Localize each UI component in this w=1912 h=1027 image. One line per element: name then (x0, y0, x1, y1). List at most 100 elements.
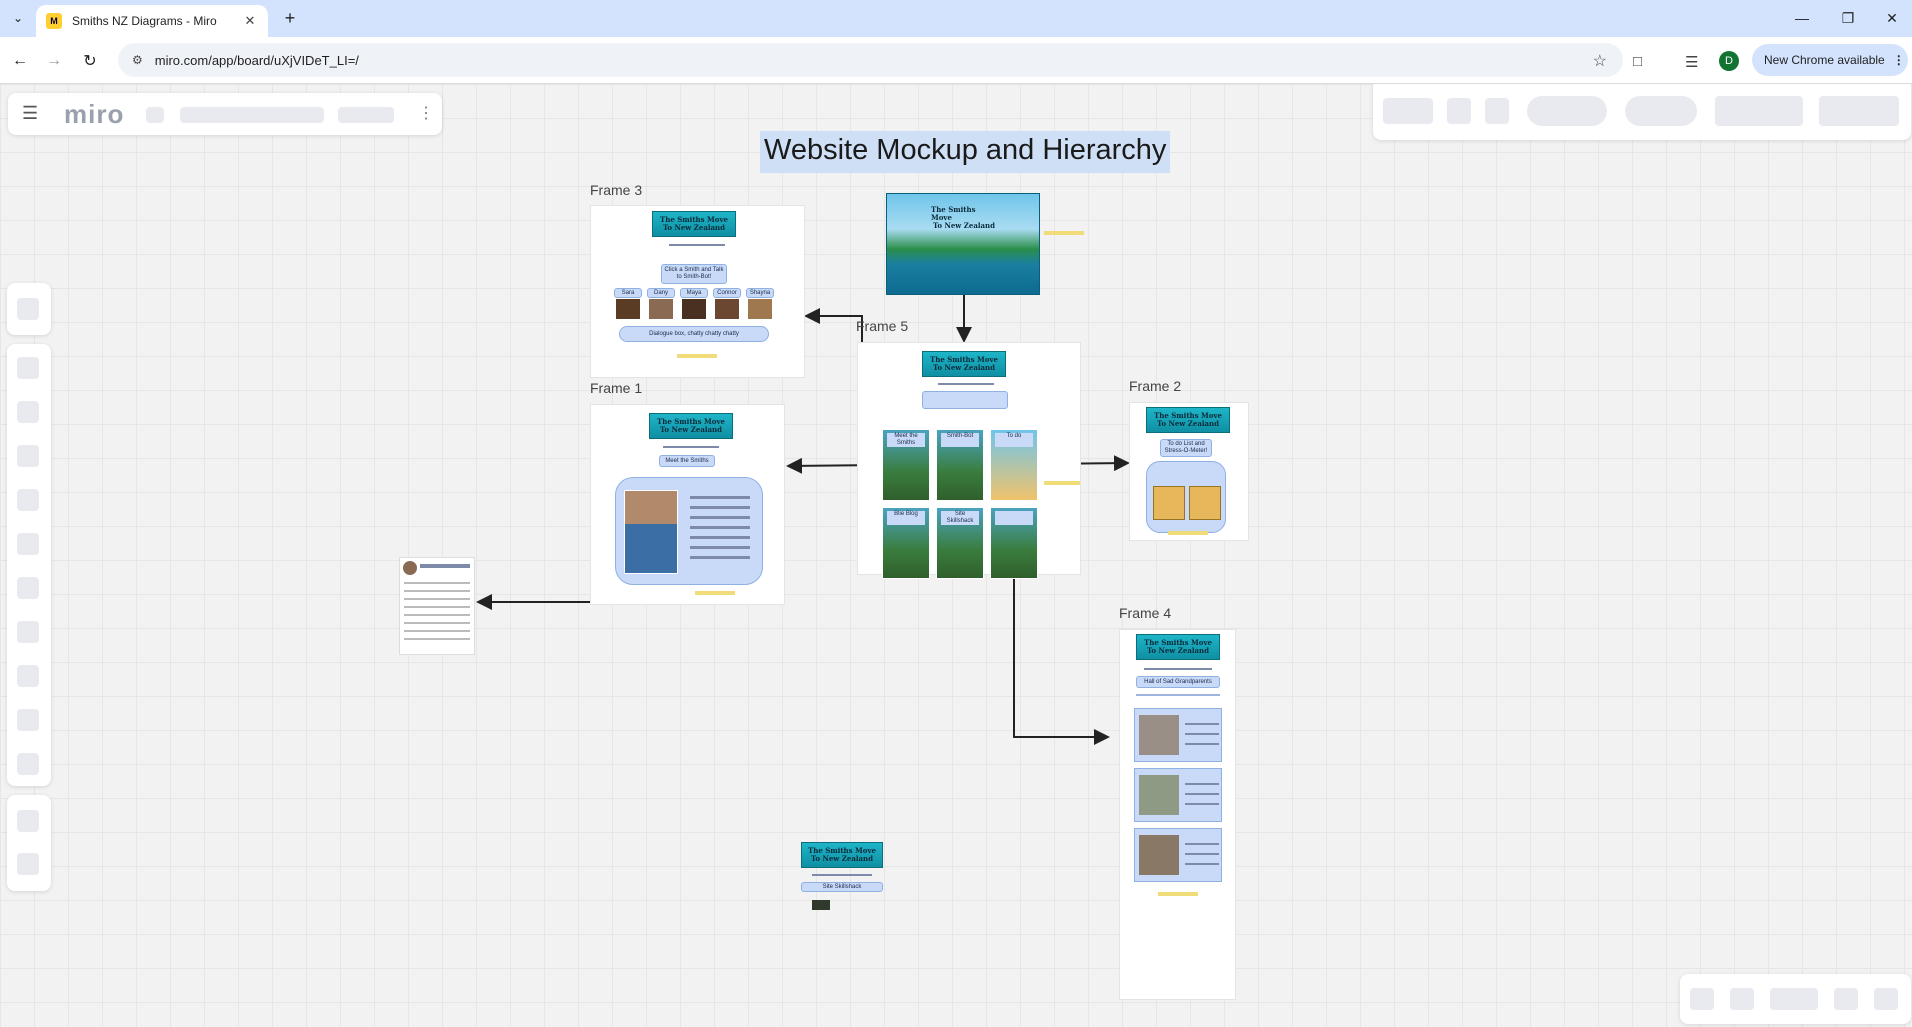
reload-icon[interactable]: ↻ (76, 47, 104, 75)
connector-frame5-to-frame4 (1013, 579, 1110, 745)
skillshack-banner: The Smiths Move To New Zealand (801, 842, 883, 868)
bookmark-star-icon[interactable]: ☆ (1593, 51, 1607, 71)
forward-icon[interactable]: → (40, 47, 68, 75)
tab-search-icon[interactable]: ⌄ (6, 6, 30, 30)
frame3-name-4: Connor (713, 288, 741, 298)
skillshack-thumbnail (812, 900, 830, 910)
new-tab-icon[interactable]: + (278, 6, 302, 30)
frame4-sticky (1158, 892, 1198, 896)
update-label: New Chrome available (1764, 53, 1885, 67)
profile-avatar[interactable]: D (1719, 51, 1739, 71)
frame1[interactable]: The Smiths Move To New Zealand Meet the S… (590, 404, 785, 605)
frame3-name-1: Sara (614, 288, 642, 298)
frame4-text-line (1185, 743, 1219, 745)
address-bar[interactable]: ⚙ miro.com/app/board/uXjVIDeT_LI=/ ☆ (118, 43, 1623, 77)
frame4-grandparent-card-2 (1134, 768, 1222, 822)
frame5-intro-text (922, 391, 1008, 409)
frame1-banner: The Smiths Move To New Zealand (649, 413, 733, 439)
frame5-sticky (1044, 481, 1080, 485)
frame3-dialogue: Dialogue box, chatty chatty chatty (619, 326, 769, 342)
frame2-banner: The Smiths Move To New Zealand (1146, 407, 1230, 433)
frame3-portrait-1 (615, 298, 641, 320)
frame1-label[interactable]: Frame 1 (590, 380, 642, 396)
frame1-text-line (690, 546, 750, 549)
chrome-update-button[interactable]: New Chrome available ⋮ (1752, 44, 1908, 76)
frame3-label[interactable]: Frame 3 (590, 182, 642, 198)
resume-name-line (420, 564, 470, 568)
frame4-text-line (1185, 863, 1219, 865)
frame1-text-line (690, 556, 750, 559)
resume-avatar (403, 561, 417, 575)
home-banner-image[interactable]: The Smiths Move To New Zealand (886, 193, 1040, 295)
frame2-heading: To do List and Stress-O-Meter! (1160, 439, 1212, 457)
resume-text-line (404, 622, 470, 624)
frame3-nav (669, 244, 725, 246)
home-banner-title: The Smiths Move To New Zealand (931, 205, 996, 230)
tab-strip: ⌄ M Smiths NZ Diagrams - Miro ✕ + — ❐ ✕ (0, 0, 1912, 37)
frame3-portrait-3 (681, 298, 707, 320)
media-controls-icon[interactable]: ☰ (1685, 53, 1698, 71)
frame1-heading: Meet the Smiths (659, 455, 715, 467)
frame4-banner: The Smiths Move To New Zealand (1136, 634, 1220, 660)
frame1-text-line (690, 536, 750, 539)
frame2-label[interactable]: Frame 2 (1129, 378, 1181, 394)
frame4-text-line (1185, 733, 1219, 735)
frame4[interactable]: The Smiths Move To New Zealand Hall of Sa… (1119, 629, 1236, 1000)
tab-title: Smiths NZ Diagrams - Miro (72, 14, 217, 28)
frame2-sticky (1168, 531, 1208, 535)
frame4-text-line (1185, 853, 1219, 855)
window-close-icon[interactable]: ✕ (1870, 4, 1912, 32)
miro-canvas[interactable]: ☰ miro ⋮ Website Mockup and Hierarchy Th… (0, 84, 1912, 1027)
frame1-text-line (690, 496, 750, 499)
back-icon[interactable]: ← (6, 47, 34, 75)
frame1-text-line (690, 506, 750, 509)
frame2[interactable]: The Smiths Move To New Zealand To do List… (1129, 402, 1249, 541)
frame5-tile-2: Smith-Bot (936, 429, 984, 501)
frame2-stress-meter (1189, 486, 1221, 520)
loose-skillshack-mockup[interactable]: The Smiths Move To New Zealand Site Skill… (800, 840, 886, 920)
frame4-portrait-1 (1139, 715, 1179, 755)
frame3-portrait-4 (714, 298, 740, 320)
tab-active[interactable]: M Smiths NZ Diagrams - Miro ✕ (36, 5, 268, 37)
frame4-text-line (1185, 723, 1219, 725)
frame4-grandparent-card-1 (1134, 708, 1222, 762)
minimize-icon[interactable]: — (1780, 4, 1824, 32)
restore-icon[interactable]: ❐ (1826, 4, 1870, 32)
home-sticky-note[interactable] (1044, 231, 1084, 235)
frame3-portrait-2 (648, 298, 674, 320)
frame4-portrait-3 (1139, 835, 1179, 875)
frame5-banner: The Smiths Move To New Zealand (922, 351, 1006, 377)
frame2-todo-card (1146, 461, 1226, 533)
frame1-text-line (690, 526, 750, 529)
extensions-icon[interactable]: □ (1633, 53, 1642, 70)
frame1-portrait (624, 490, 678, 574)
frame3-name-2: Dany (647, 288, 675, 298)
resume-text-line (404, 638, 470, 640)
frame4-text-line (1185, 843, 1219, 845)
skillshack-nav (812, 874, 872, 876)
site-info-icon[interactable]: ⚙ (132, 53, 143, 67)
frame3-name-5: Shayna (746, 288, 774, 298)
frame4-intro-line (1136, 694, 1220, 696)
url-text: miro.com/app/board/uXjVIDeT_LI=/ (154, 52, 359, 68)
frame5[interactable]: The Smiths Move To New Zealand Meet the S… (857, 342, 1081, 579)
frame4-label[interactable]: Frame 4 (1119, 605, 1171, 621)
resume-text-line (404, 582, 470, 584)
frame4-text-line (1185, 793, 1219, 795)
frame3[interactable]: The Smiths Move To New Zealand Click a Sm… (590, 205, 805, 378)
tab-close-icon[interactable]: ✕ (242, 13, 258, 29)
resume-text-line (404, 630, 470, 632)
more-menu-icon: ⋮ (1892, 53, 1905, 67)
resume-text-line (404, 606, 470, 608)
frame5-label[interactable]: Frame 5 (856, 318, 908, 334)
frame5-nav (938, 383, 994, 385)
frame1-text-line (690, 516, 750, 519)
frame3-name-3: Maya (680, 288, 708, 298)
frame1-profile-card (615, 477, 763, 585)
frame4-text-line (1185, 783, 1219, 785)
frame3-sticky (677, 354, 717, 358)
frame4-portrait-2 (1139, 775, 1179, 815)
frame4-grandparent-card-3 (1134, 828, 1222, 882)
frame5-tile-4: Blie Blog (882, 507, 930, 579)
resume-document[interactable] (399, 557, 475, 655)
